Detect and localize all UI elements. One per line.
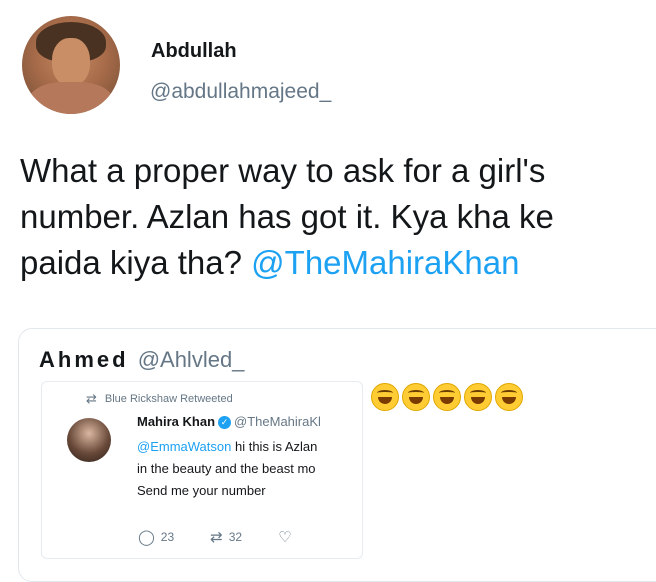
- retweet-action: ⇄ 32: [210, 528, 242, 546]
- inner-action-bar: ◯ 23 ⇄ 32 ♡: [138, 528, 328, 546]
- reply-icon: ◯: [138, 529, 155, 546]
- inner-tweet-text: @EmmaWatson hi this is Azlan in the beau…: [137, 436, 362, 502]
- inner-author-handle: @TheMahiraKl: [234, 414, 321, 429]
- reply-action: ◯ 23: [138, 528, 174, 546]
- author-display-name[interactable]: Abdullah: [151, 40, 237, 63]
- face-with-tears-of-joy-icon: [464, 383, 492, 411]
- reply-count: 23: [160, 530, 175, 544]
- heart-icon: ♡: [278, 529, 292, 546]
- quoted-tweet-card[interactable]: Ahmed @Ahlvled_ ⇄ Blue Rickshaw Retweete…: [18, 328, 656, 582]
- inner-author-avatar: [67, 418, 111, 462]
- inner-author-name: Mahira Khan: [137, 414, 216, 429]
- inner-text-line-1: @EmmaWatson hi this is Azlan: [137, 436, 362, 458]
- profile-avatar[interactable]: [22, 16, 120, 114]
- retweet-context: ⇄ Blue Rickshaw Retweeted: [86, 391, 233, 407]
- tweet-mention-link[interactable]: @TheMahiraKhan: [251, 244, 519, 281]
- inner-text-line-2: in the beauty and the beast mo: [137, 461, 316, 476]
- face-with-tears-of-joy-icon: [433, 383, 461, 411]
- face-with-tears-of-joy-icon: [495, 383, 523, 411]
- retweet-context-label: Blue Rickshaw Retweeted: [104, 393, 233, 405]
- retweet-icon: ⇄: [210, 529, 223, 546]
- retweet-icon: ⇄: [86, 391, 97, 406]
- inner-mention: @EmmaWatson: [137, 439, 232, 454]
- embedded-tweet-screenshot: ⇄ Blue Rickshaw Retweeted Mahira Khan ✓ @T…: [41, 381, 363, 559]
- quote-author-handle[interactable]: @Ahlvled_: [138, 347, 245, 372]
- quote-author-line[interactable]: Ahmed @Ahlvled_: [39, 347, 244, 373]
- inner-text-line-1-body: hi this is Azlan: [234, 439, 318, 454]
- author-handle[interactable]: @abdullahmajeed_: [150, 80, 331, 104]
- face-with-tears-of-joy-icon: [371, 383, 399, 411]
- like-action: ♡: [278, 528, 291, 546]
- avatar-face: [52, 38, 90, 86]
- retweet-count: 32: [228, 530, 243, 544]
- inner-text-line-3: Send me your number: [137, 483, 266, 498]
- verified-badge-icon: ✓: [218, 416, 232, 430]
- avatar-body: [28, 82, 114, 114]
- tweet-text: What a proper way to ask for a girl's nu…: [20, 148, 640, 286]
- inner-author-line: Mahira Khan ✓ @TheMahiraKl: [137, 414, 321, 430]
- quote-author-name[interactable]: Ahmed: [39, 347, 129, 372]
- emoji-row: [371, 383, 523, 411]
- face-with-tears-of-joy-icon: [402, 383, 430, 411]
